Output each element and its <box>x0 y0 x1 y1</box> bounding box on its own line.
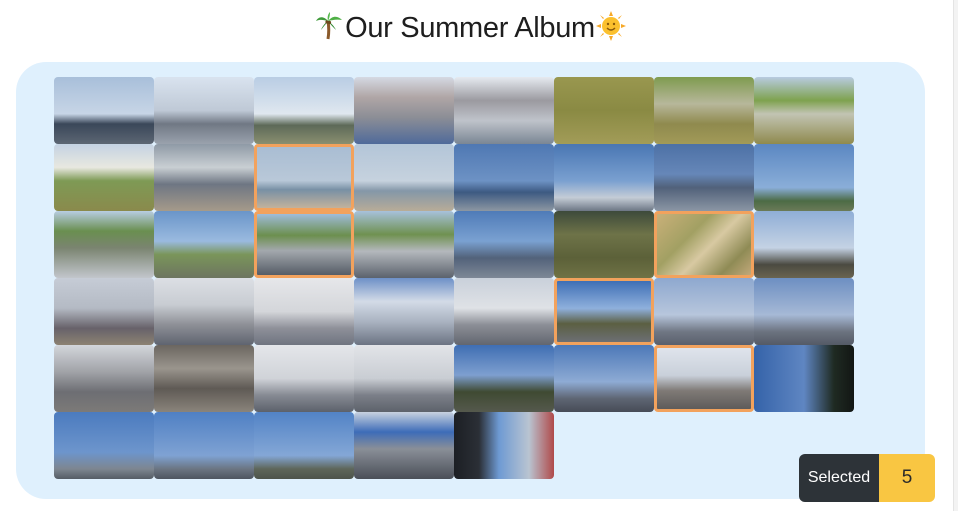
photo-thumbnail-wide-city-blue[interactable] <box>554 345 654 412</box>
sun-face-icon <box>595 11 626 52</box>
photo-thumbnail-hilltop-tree-city[interactable] <box>54 278 154 345</box>
photo-thumbnail-harbor-horizon[interactable] <box>454 144 554 211</box>
photo-thumbnail-city-skyline[interactable] <box>454 278 554 345</box>
selection-status: Selected 5 <box>799 454 935 502</box>
photo-thumbnail-street-lamps-sky[interactable] <box>54 412 154 479</box>
photo-thumbnail-hazy-city-railing[interactable] <box>154 278 254 345</box>
photo-thumbnail-parking-cars-2[interactable] <box>354 211 454 278</box>
photo-thumbnail-tree-city-blue[interactable] <box>454 345 554 412</box>
photo-thumbnail-rooftops-closeup[interactable] <box>154 345 254 412</box>
photo-thumbnail-dry-grass-closeup[interactable] <box>654 211 754 278</box>
photo-thumbnail-city-panorama-2[interactable] <box>754 278 854 345</box>
photo-thumbnail-flag-pole-tower[interactable] <box>554 144 654 211</box>
photo-thumbnail-observation-tower-road[interactable] <box>154 77 254 144</box>
selected-count-badge: 5 <box>879 454 935 502</box>
album-title-text: Our Summer Album <box>345 12 595 44</box>
photo-thumbnail-bare-trees-sky[interactable] <box>754 211 854 278</box>
photo-thumbnail-calm-sea-beach-2[interactable] <box>354 144 454 211</box>
photo-thumbnail-shopfront-building[interactable] <box>354 77 454 144</box>
photo-thumbnail-road-sign-sky[interactable] <box>154 412 254 479</box>
photo-thumbnail-harbor-cars[interactable] <box>454 211 554 278</box>
photo-thumbnail-seawall-horizon[interactable] <box>254 77 354 144</box>
photo-thumbnail-fishing-boats[interactable] <box>654 144 754 211</box>
photo-thumbnail-calm-sea-beach[interactable] <box>254 144 354 211</box>
photo-thumbnail-surf-beach-truck[interactable] <box>154 144 254 211</box>
photo-thumbnail-street-tree-dark[interactable] <box>754 345 854 412</box>
photo-thumbnail-car-interior-street[interactable] <box>454 412 554 479</box>
palm-tree-icon <box>314 11 344 52</box>
photo-thumbnail-road-trees-sky[interactable] <box>254 412 354 479</box>
photo-thumbnail-lookout-field[interactable] <box>154 211 254 278</box>
selected-label: Selected <box>799 454 879 502</box>
photo-thumbnail-parking-cars[interactable] <box>254 211 354 278</box>
photo-thumbnail-parking-lot-sky[interactable] <box>54 211 154 278</box>
photo-thumbnail-branches-city[interactable] <box>354 345 454 412</box>
photo-thumbnail-highway-traffic[interactable] <box>354 412 454 479</box>
photo-thumbnail-dunes-person[interactable] <box>54 144 154 211</box>
photo-thumbnail-park-bench-grass[interactable] <box>554 211 654 278</box>
photo-thumbnail-dense-city[interactable] <box>54 345 154 412</box>
photo-thumbnail-city-panorama[interactable] <box>654 278 754 345</box>
photo-thumbnail-grass-field[interactable] <box>554 77 654 144</box>
photo-thumbnail-flag-pole-field[interactable] <box>754 144 854 211</box>
photo-thumbnail-hill-tree-blue-sky[interactable] <box>554 278 654 345</box>
photo-grid <box>54 77 854 479</box>
photo-thumbnail-clouds-city[interactable] <box>354 278 454 345</box>
page-scrollbar[interactable] <box>953 0 958 511</box>
photo-thumbnail-hazy-skyline[interactable] <box>254 345 354 412</box>
photo-thumbnail-shopfront-building-2[interactable] <box>454 77 554 144</box>
photo-thumbnail-grass-slope-wall-2[interactable] <box>754 77 854 144</box>
photo-thumbnail-hazy-city-view[interactable] <box>254 278 354 345</box>
photo-thumbnail-branch-over-city[interactable] <box>654 345 754 412</box>
photo-thumbnail-grass-slope-wall[interactable] <box>654 77 754 144</box>
photo-thumbnail-coastal-road-sky[interactable] <box>54 77 154 144</box>
album-title: Our Summer Album <box>0 8 940 52</box>
